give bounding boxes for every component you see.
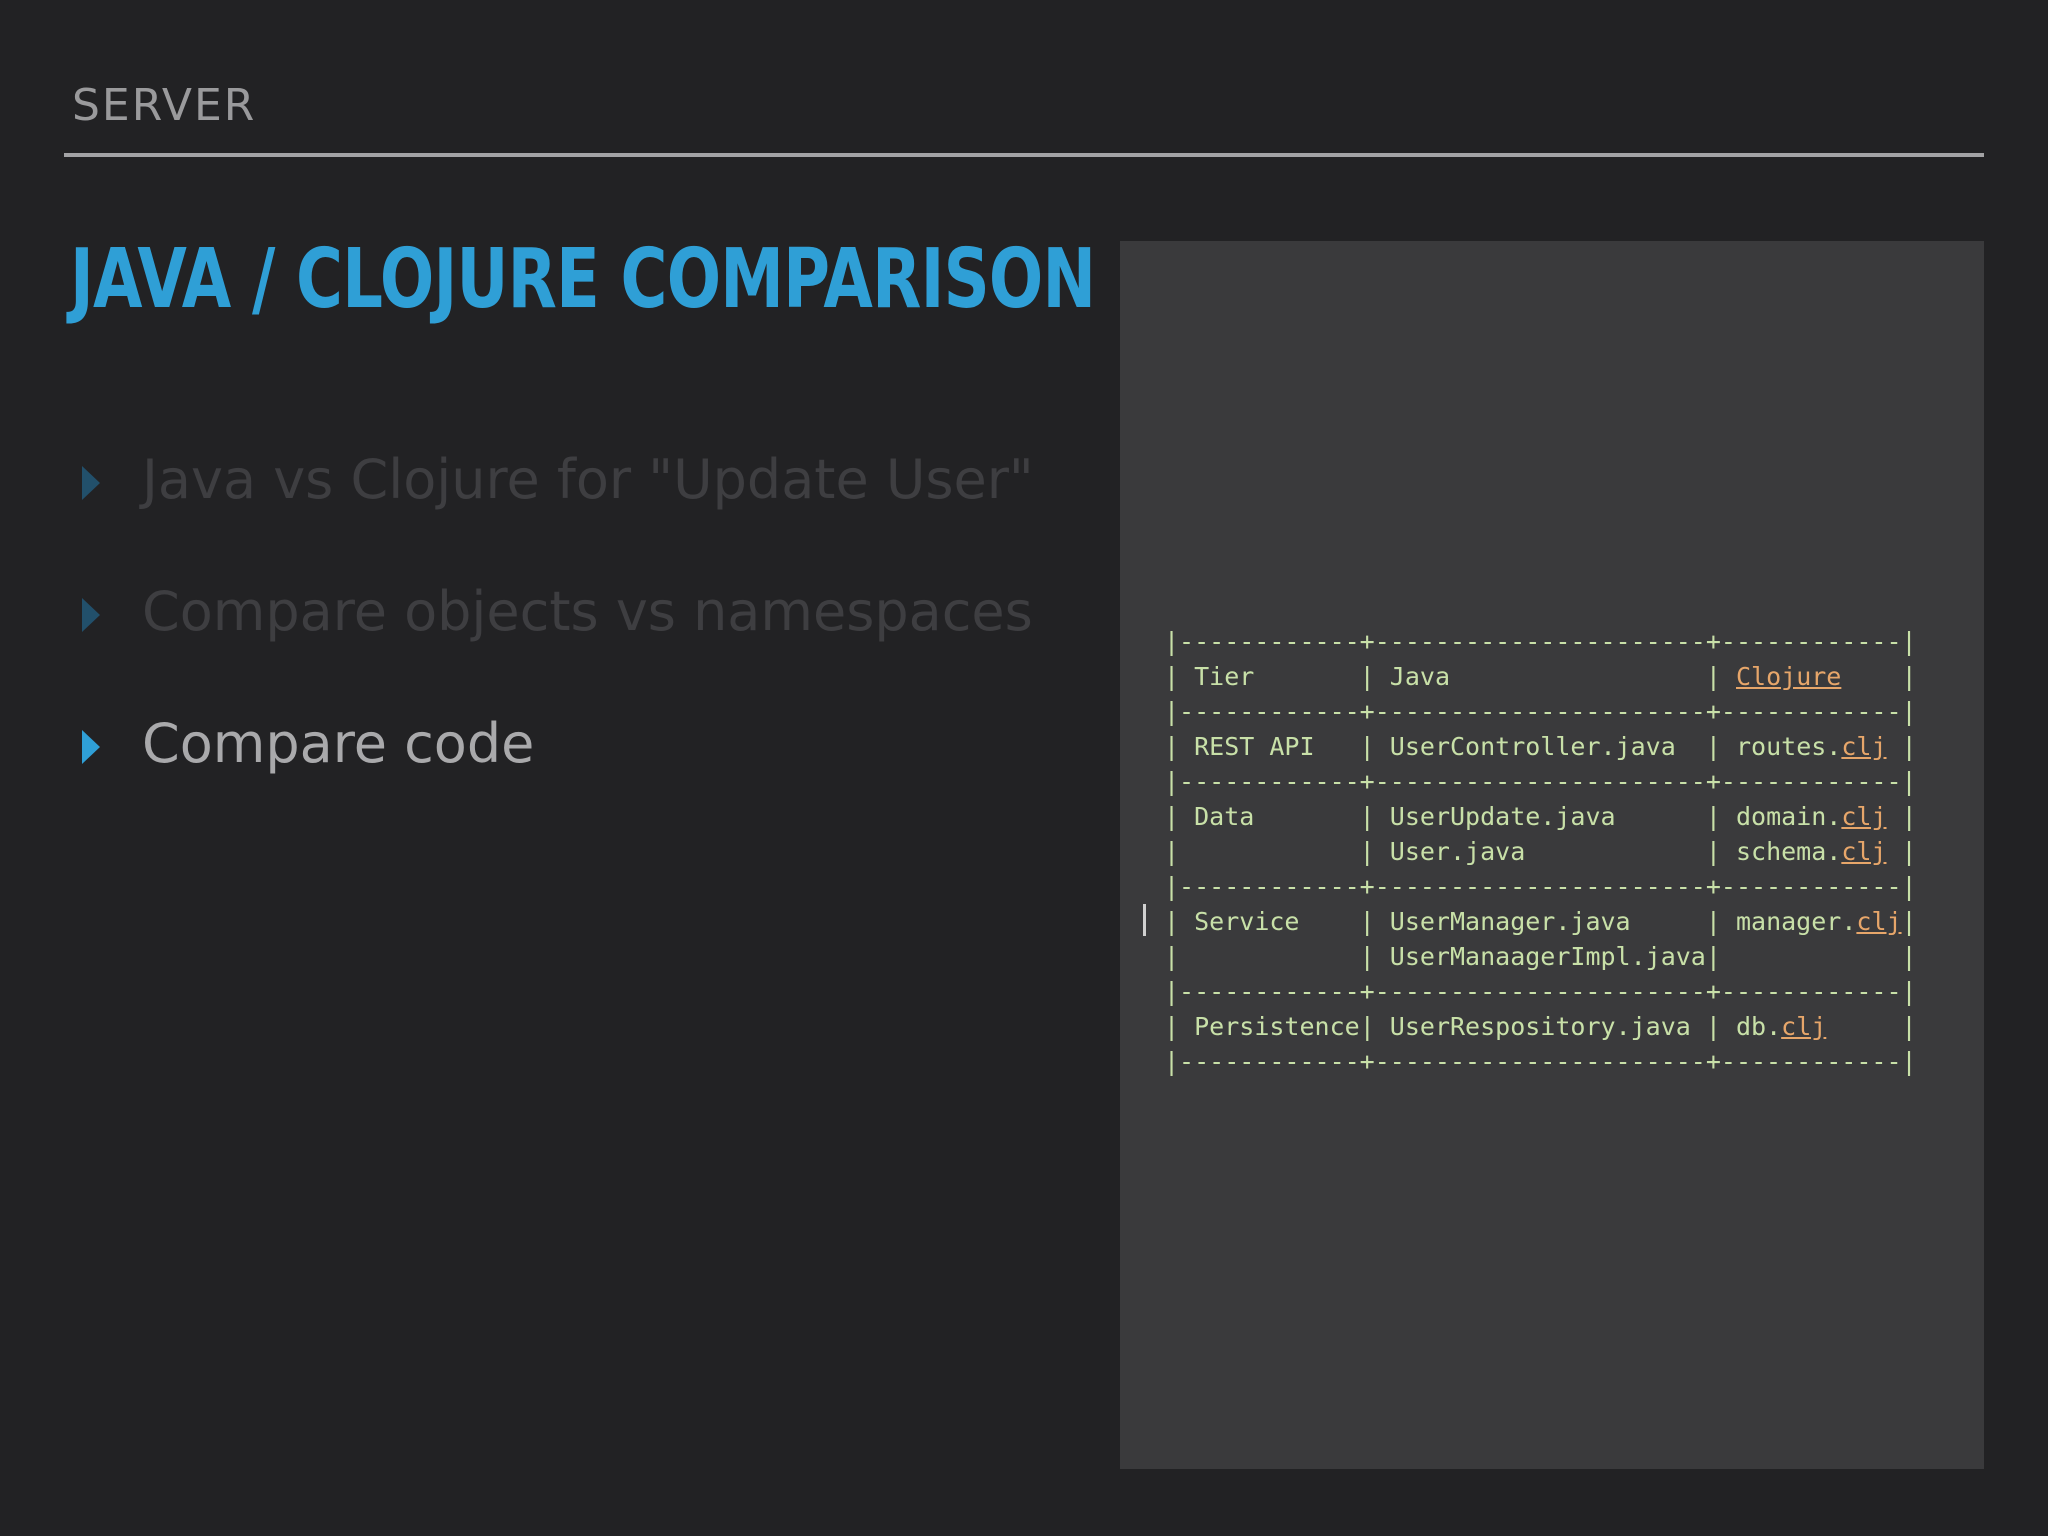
table-row: | Persistence| UserRespository.java | db… xyxy=(1164,1012,1917,1041)
clojure-ext: clj xyxy=(1841,802,1887,831)
slide-title: JAVA / CLOJURE COMPARISON xyxy=(70,232,1096,327)
java-cell: UserRespository.java xyxy=(1389,1012,1691,1041)
table-border-line: |------------+----------------------+---… xyxy=(1164,1047,1917,1076)
table-row: | REST API | UserController.java | route… xyxy=(1164,732,1917,761)
ascii-comparison-table: |------------+----------------------+---… xyxy=(1164,624,1917,1079)
tier-cell: Persistence xyxy=(1194,1012,1360,1041)
java-cell: User.java xyxy=(1389,837,1526,866)
text-cursor xyxy=(1143,904,1146,936)
clojure-ext: clj xyxy=(1841,732,1887,761)
clojure-cell: db. xyxy=(1735,1012,1782,1041)
section-label: SERVER xyxy=(72,80,257,131)
table-row: | | UserManaagerImpl.java| | xyxy=(1164,942,1917,971)
java-cell: UserUpdate.java xyxy=(1389,802,1616,831)
table-border-line: |------------+----------------------+---… xyxy=(1164,977,1917,1006)
bullet-text: Compare code xyxy=(142,712,535,775)
table-row: | Tier | Java | Clojure | xyxy=(1164,662,1917,691)
clojure-cell: domain. xyxy=(1736,802,1842,831)
table-row: | | User.java | schema.clj | xyxy=(1164,837,1917,866)
triangle-bullet-icon xyxy=(82,730,100,764)
bullet-text: Compare objects vs namespaces xyxy=(142,580,1033,643)
table-row: | Service | UserManager.java | manager.c… xyxy=(1164,907,1917,936)
bullet-item: Java vs Clojure for "Update User" xyxy=(78,440,1078,572)
table-border-line: |------------+----------------------+---… xyxy=(1164,767,1917,796)
java-cell: UserManager.java xyxy=(1389,907,1631,936)
tier-cell: Tier xyxy=(1194,662,1255,691)
table-border-line: |------------+----------------------+---… xyxy=(1164,872,1917,901)
java-cell: UserController.java xyxy=(1389,732,1676,761)
triangle-bullet-icon xyxy=(82,466,100,500)
java-cell: UserManaagerImpl.java xyxy=(1389,942,1706,971)
clojure-cell: routes. xyxy=(1736,732,1842,761)
java-cell: Java xyxy=(1389,662,1451,691)
table-row: | Data | UserUpdate.java | domain.clj | xyxy=(1164,802,1917,831)
tier-cell: Service xyxy=(1194,907,1300,936)
clojure-ext: clj xyxy=(1856,907,1902,936)
code-screenshot-panel: |------------+----------------------+---… xyxy=(1120,241,1984,1469)
clojure-ext: Clojure xyxy=(1736,662,1842,691)
bullet-text: Java vs Clojure for "Update User" xyxy=(142,448,1034,511)
header-divider xyxy=(64,153,1984,157)
triangle-bullet-icon xyxy=(82,598,100,632)
bullet-list: Java vs Clojure for "Update User" Compar… xyxy=(78,440,1078,836)
clojure-cell: schema. xyxy=(1735,837,1842,866)
clojure-cell: manager. xyxy=(1735,907,1857,936)
tier-cell: Data xyxy=(1194,802,1255,831)
table-border-line: |------------+----------------------+---… xyxy=(1164,627,1917,656)
table-border-line: |------------+----------------------+---… xyxy=(1164,697,1917,726)
bullet-item: Compare code xyxy=(78,704,1078,836)
tier-cell: REST API xyxy=(1194,732,1315,761)
clojure-ext: clj xyxy=(1781,1012,1827,1041)
bullet-item: Compare objects vs namespaces xyxy=(78,572,1078,704)
clojure-ext: clj xyxy=(1841,837,1887,866)
